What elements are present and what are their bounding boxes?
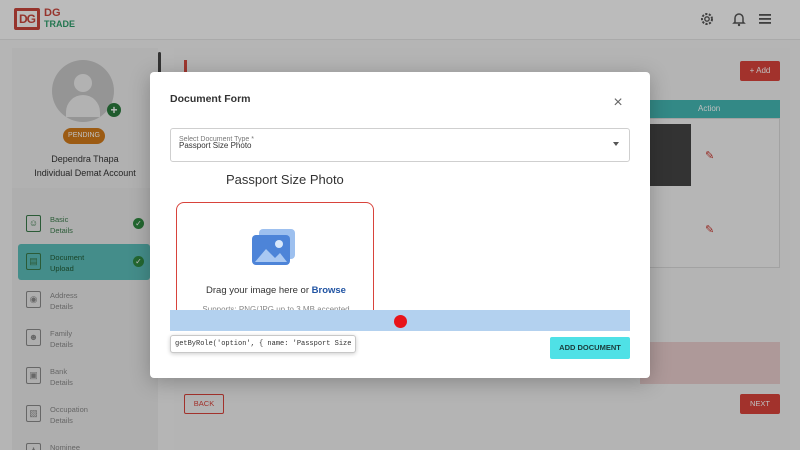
image-dropzone[interactable]: Drag your image here or Browse Supports:… <box>176 202 374 326</box>
close-icon[interactable]: × <box>610 95 626 112</box>
image-upload-icon <box>252 229 295 265</box>
locator-tooltip: getByRole('option', { name: 'Passport Si… <box>170 335 356 353</box>
section-heading: Passport Size Photo <box>226 172 344 187</box>
modal-title: Document Form <box>170 93 251 105</box>
document-type-select[interactable]: Select Document Type * Passport Size Pho… <box>170 128 630 162</box>
chevron-down-icon <box>613 142 619 146</box>
click-marker <box>394 315 407 328</box>
document-form-modal: Document Form × Select Document Type * P… <box>150 72 650 378</box>
browse-link[interactable]: Browse <box>312 285 346 296</box>
drop-instruction: Drag your image here or <box>206 285 309 296</box>
select-value: Passport Size Photo <box>179 141 252 150</box>
add-document-button[interactable]: ADD DOCUMENT <box>550 337 630 359</box>
